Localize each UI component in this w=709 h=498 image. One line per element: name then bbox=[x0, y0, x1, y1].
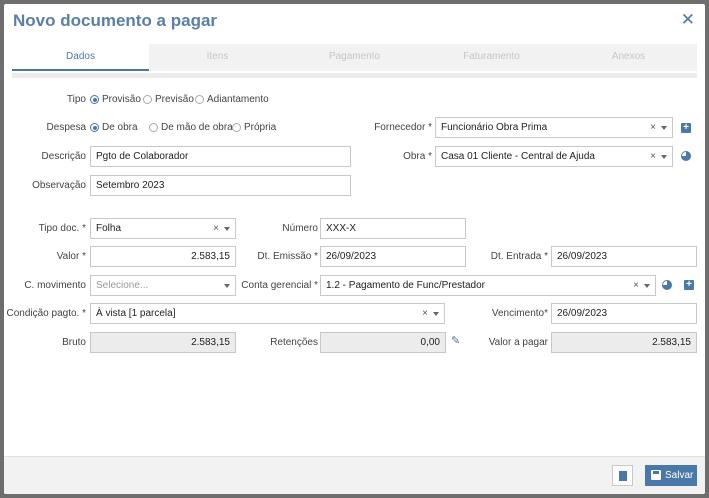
document-icon bbox=[619, 471, 627, 481]
add-fornecedor-icon[interactable]: + bbox=[681, 123, 691, 133]
c-movimento-select[interactable]: Selecione... bbox=[90, 275, 236, 296]
chevron-down-icon bbox=[644, 284, 650, 288]
numero-label: Número bbox=[282, 223, 318, 234]
despesa-radio-propria[interactable]: Própria bbox=[232, 122, 276, 133]
radio-unchecked-icon bbox=[232, 123, 241, 132]
valor-pagar-value: 2.583,15 bbox=[551, 332, 697, 353]
save-icon bbox=[651, 470, 661, 480]
retencoes-label: Retenções bbox=[270, 337, 318, 348]
c-movimento-label: C. movimento bbox=[24, 280, 86, 291]
clear-icon[interactable]: × bbox=[422, 304, 428, 323]
clear-icon[interactable]: × bbox=[650, 147, 656, 166]
modal-footer: Salvar bbox=[4, 456, 705, 494]
section-divider bbox=[12, 73, 697, 78]
radio-unchecked-icon bbox=[195, 95, 204, 104]
tipo-doc-select[interactable]: Folha × bbox=[90, 218, 236, 239]
tipo-radio-adiantamento[interactable]: Adiantamento bbox=[195, 94, 269, 105]
tab-bar: Dados Itens Pagamento Faturamento Anexos bbox=[12, 44, 697, 71]
close-icon[interactable]: ✕ bbox=[681, 10, 695, 30]
dt-entrada-input[interactable]: 26/09/2023 bbox=[551, 246, 697, 267]
add-conta-icon[interactable]: + bbox=[684, 280, 694, 290]
radio-unchecked-icon bbox=[149, 123, 158, 132]
tab-faturamento[interactable]: Faturamento bbox=[423, 44, 560, 71]
bruto-label: Bruto bbox=[62, 337, 86, 348]
conta-gerencial-select[interactable]: 1.2 - Pagamento de Func/Prestador × bbox=[320, 275, 656, 296]
despesa-radio-mao-de-obra[interactable]: De mão de obra bbox=[149, 122, 233, 133]
document-button[interactable] bbox=[612, 465, 633, 486]
despesa-radio-de-obra[interactable]: De obra bbox=[90, 122, 138, 133]
radio-unchecked-icon bbox=[143, 95, 152, 104]
pie-chart-icon[interactable] bbox=[681, 151, 691, 161]
clear-icon[interactable]: × bbox=[213, 219, 219, 238]
tab-pagamento[interactable]: Pagamento bbox=[286, 44, 423, 71]
condicao-pagto-label: Condição pagto. * bbox=[6, 308, 86, 319]
descricao-input[interactable]: Pgto de Colaborador bbox=[90, 146, 351, 167]
tipo-radio-previsao[interactable]: Previsão bbox=[143, 94, 194, 105]
observacao-label: Observação bbox=[32, 180, 86, 191]
tab-dados[interactable]: Dados bbox=[12, 44, 149, 71]
chevron-down-icon bbox=[661, 155, 667, 159]
tab-itens[interactable]: Itens bbox=[149, 44, 286, 71]
valor-label: Valor * bbox=[56, 251, 86, 262]
chevron-down-icon bbox=[433, 312, 439, 316]
conta-gerencial-label: Conta gerencial * bbox=[241, 280, 318, 291]
fornecedor-select[interactable]: Funcionário Obra Prima × bbox=[435, 117, 673, 138]
valor-pagar-label: Valor a pagar bbox=[488, 337, 548, 348]
tipo-doc-label: Tipo doc. * bbox=[38, 223, 86, 234]
dt-emissao-label: Dt. Emissão * bbox=[257, 251, 318, 262]
valor-input[interactable]: 2.583,15 bbox=[90, 246, 236, 267]
clear-icon[interactable]: × bbox=[633, 276, 639, 295]
radio-checked-icon bbox=[90, 123, 99, 132]
chevron-down-icon bbox=[224, 227, 230, 231]
observacao-input[interactable]: Setembro 2023 bbox=[90, 175, 351, 196]
dt-emissao-input[interactable]: 26/09/2023 bbox=[320, 246, 466, 267]
fornecedor-label: Fornecedor * bbox=[374, 122, 432, 133]
descricao-label: Descrição bbox=[41, 151, 86, 162]
numero-input[interactable]: XXX-X bbox=[320, 218, 466, 239]
bruto-value: 2.583,15 bbox=[90, 332, 236, 353]
save-button[interactable]: Salvar bbox=[645, 465, 697, 486]
condicao-pagto-select[interactable]: À vista [1 parcela] × bbox=[90, 303, 445, 324]
vencimento-input[interactable]: 26/09/2023 bbox=[551, 303, 697, 324]
tipo-radio-provisao[interactable]: Provisão bbox=[90, 94, 141, 105]
chevron-down-icon bbox=[224, 284, 230, 288]
dt-entrada-label: Dt. Entrada * bbox=[490, 251, 548, 262]
tipo-label: Tipo bbox=[66, 94, 86, 105]
vencimento-label: Vencimento* bbox=[491, 308, 548, 319]
chevron-down-icon bbox=[661, 126, 667, 130]
clear-icon[interactable]: × bbox=[650, 118, 656, 137]
despesa-label: Despesa bbox=[46, 122, 86, 133]
retencoes-value: 0,00 bbox=[320, 332, 446, 353]
pencil-icon[interactable]: ✎ bbox=[451, 336, 461, 347]
obra-select[interactable]: Casa 01 Cliente - Central de Ajuda × bbox=[435, 146, 673, 167]
radio-checked-icon bbox=[90, 95, 99, 104]
obra-label: Obra * bbox=[403, 151, 432, 162]
pie-chart-icon[interactable] bbox=[662, 280, 672, 290]
tab-anexos[interactable]: Anexos bbox=[560, 44, 697, 71]
modal-title: Novo documento a pagar bbox=[13, 11, 218, 30]
payable-document-modal: Novo documento a pagar ✕ Dados Itens Pag… bbox=[4, 4, 705, 494]
